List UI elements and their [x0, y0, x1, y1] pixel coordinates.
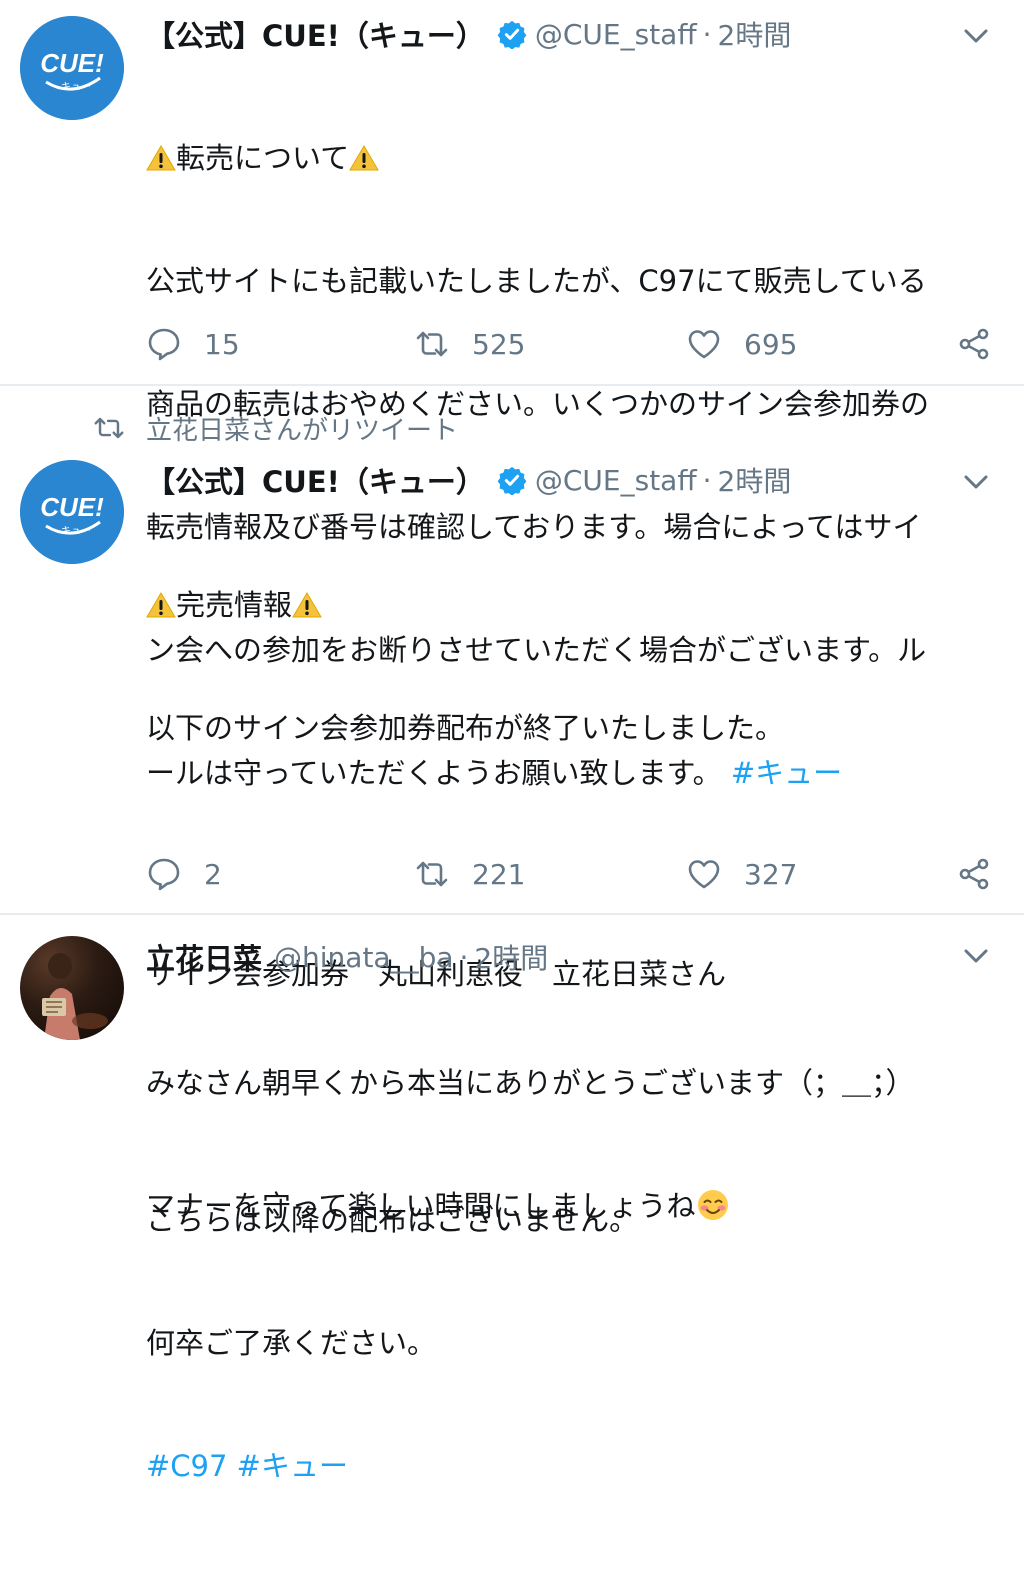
svg-text:CUE!: CUE!	[40, 492, 104, 522]
share-button[interactable]	[956, 852, 1014, 896]
tweet-line: 公式サイトにも記載いたしましたが、C97にて販売している	[146, 264, 927, 298]
separator-dot: ·	[459, 940, 469, 974]
like-count: 695	[744, 327, 798, 361]
author-handle[interactable]: @hinata__ba	[274, 941, 454, 974]
share-button[interactable]	[956, 322, 1014, 366]
avatar[interactable]: CUE! キュー	[20, 16, 124, 120]
verified-badge-icon	[497, 20, 527, 49]
tweet-title: 転売について	[176, 141, 350, 175]
tweet-line: 何卒ご了承ください。	[146, 1326, 437, 1360]
tweet-actions: 15 525 695	[146, 322, 996, 366]
tweet-header: 【公式】CUE!（キュー） @CUE_staff · 2時間	[146, 460, 791, 500]
tweet-time[interactable]: 2時間	[474, 937, 548, 977]
reply-button[interactable]: 15	[146, 322, 240, 366]
author-handle[interactable]: @CUE_staff	[535, 464, 697, 497]
tweet-time[interactable]: 2時間	[718, 14, 792, 54]
svg-text:キュー: キュー	[61, 82, 91, 93]
warning-emoji-icon	[349, 145, 380, 171]
retweet-context[interactable]: 立花日菜さんがリツイート	[92, 408, 458, 448]
cue-logo-icon: CUE! キュー	[20, 16, 124, 120]
svg-text:CUE!: CUE!	[40, 48, 104, 78]
share-icon	[959, 858, 989, 890]
retweet-button[interactable]: 525	[414, 322, 525, 366]
heart-icon	[688, 330, 720, 359]
retweet-count: 525	[472, 327, 526, 361]
heart-icon	[688, 860, 720, 889]
tweet-text: みなさん朝早くから本当にありがとうございます（；＿；） マナーを守って楽しい時間…	[146, 981, 996, 1309]
reply-count: 15	[204, 327, 240, 361]
like-button[interactable]: 695	[686, 322, 797, 366]
warning-emoji-icon	[146, 592, 176, 618]
chevron-down-icon[interactable]	[962, 26, 990, 46]
tweet-divider	[0, 384, 1024, 386]
tweet-line: みなさん朝早くから本当にありがとうございます（；＿；）	[146, 1066, 915, 1100]
tweet-last-line: マナーを守って楽しい時間にしましょうね	[146, 1186, 996, 1227]
author-handle[interactable]: @CUE_staff	[535, 18, 697, 51]
chevron-down-icon[interactable]	[962, 946, 990, 966]
tweet-divider	[0, 913, 1024, 915]
warning-emoji-icon	[292, 592, 322, 618]
tweet-header: 【公式】CUE!（キュー） @CUE_staff · 2時間	[146, 14, 791, 54]
cue-logo-icon: CUE! キュー	[20, 460, 124, 564]
retweet-icon	[94, 417, 124, 439]
author-name[interactable]: 立花日菜	[146, 936, 262, 978]
tweet-line: マナーを守って楽しい時間にしましょうね	[146, 1189, 696, 1223]
separator-dot: ·	[702, 17, 712, 51]
tweet-time[interactable]: 2時間	[718, 460, 792, 500]
reply-button[interactable]: 2	[146, 852, 222, 896]
like-count: 327	[744, 857, 798, 891]
tweet-header: 立花日菜 @hinata__ba · 2時間	[146, 937, 548, 977]
separator-dot: ·	[702, 463, 712, 497]
retweet-icon	[416, 861, 448, 887]
avatar[interactable]	[20, 936, 124, 1040]
profile-photo-icon	[42, 953, 108, 1040]
chevron-down-icon[interactable]	[962, 472, 990, 492]
share-icon	[959, 328, 989, 360]
author-name[interactable]: 【公式】CUE!（キュー）	[146, 459, 485, 501]
reply-icon	[148, 858, 180, 891]
retweet-count: 221	[472, 857, 526, 891]
smiling-blush-emoji-icon	[697, 1190, 728, 1220]
tweet-title-line: 完売情報	[146, 585, 996, 626]
like-button[interactable]: 327	[686, 852, 797, 896]
hashtag-links[interactable]: #C97 #キュー	[146, 1446, 996, 1487]
tweet-title-line: 転売について	[146, 138, 996, 179]
retweeted-by-label: 立花日菜さんがリツイート	[146, 415, 459, 446]
tweet-title: 完売情報	[176, 588, 293, 622]
tweet-line: 以下のサイン会参加券配布が終了いたしました。	[146, 711, 785, 745]
retweet-icon	[416, 331, 448, 357]
verified-badge-icon	[497, 466, 527, 495]
retweet-button[interactable]: 221	[414, 852, 525, 896]
avatar[interactable]: CUE! キュー	[20, 460, 124, 564]
reply-icon	[148, 328, 180, 361]
tweet-actions: 2 221 327	[146, 852, 996, 896]
reply-count: 2	[204, 857, 222, 891]
warning-emoji-icon	[146, 145, 176, 171]
author-name[interactable]: 【公式】CUE!（キュー）	[146, 13, 485, 55]
svg-text:キュー: キュー	[61, 526, 91, 537]
